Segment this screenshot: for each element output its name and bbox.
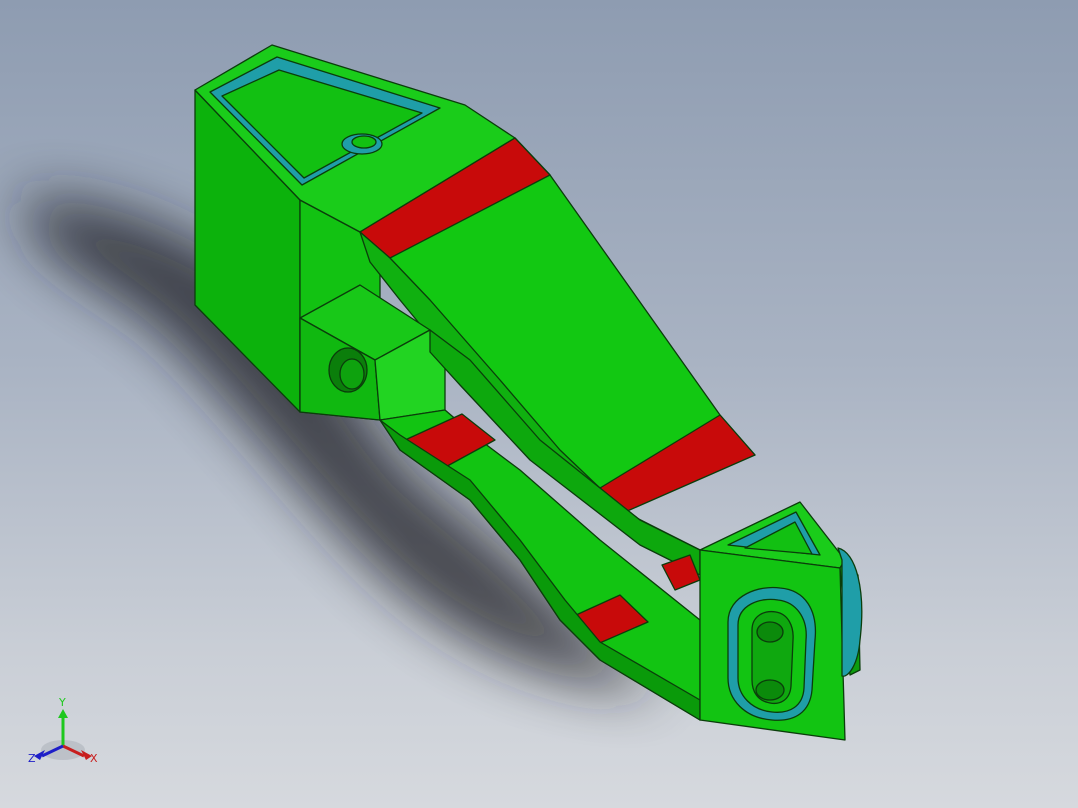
triad-y-label: Y <box>58 696 66 709</box>
pocket-hole-inner <box>351 135 377 149</box>
slot-hole-lower <box>755 679 785 701</box>
boss-hole-inner <box>339 358 365 390</box>
3d-viewport[interactable]: Y X Z <box>0 0 1078 808</box>
slot-hole-upper <box>756 621 784 643</box>
orientation-triad[interactable]: Y X Z <box>26 694 106 770</box>
triad-y-arrow <box>58 709 68 718</box>
triad-x-label: X <box>90 752 98 765</box>
model-view[interactable] <box>0 0 1078 808</box>
triad-z-label: Z <box>28 752 36 765</box>
